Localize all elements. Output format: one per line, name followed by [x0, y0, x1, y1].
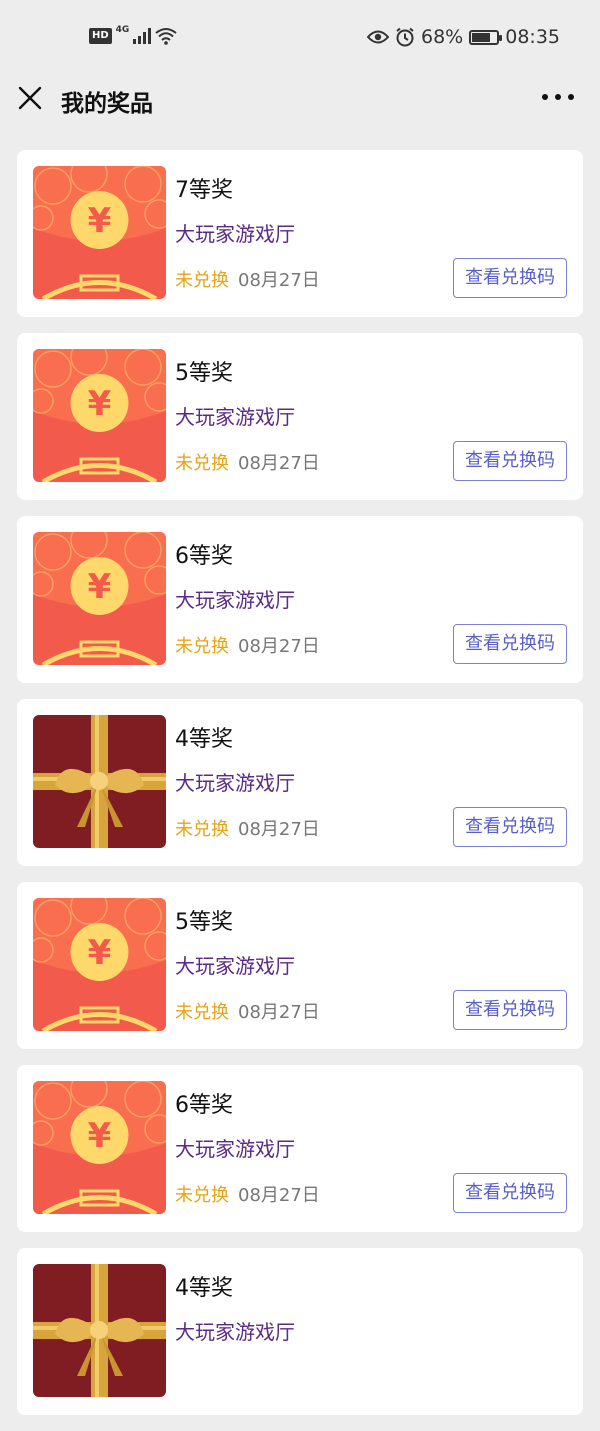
gift-box-icon	[33, 1264, 166, 1397]
hd-badge: HD	[89, 28, 112, 44]
red-envelope-icon: ¥	[33, 532, 166, 665]
more-icon-dot	[542, 94, 548, 100]
prize-status: 未兑换	[175, 1002, 229, 1023]
prize-name: 5等奖	[175, 361, 233, 386]
svg-text:¥: ¥	[88, 1116, 112, 1156]
prize-date: 08月27日	[238, 453, 320, 474]
svg-text:¥: ¥	[88, 384, 112, 424]
view-code-button[interactable]: 查看兑换码	[453, 990, 567, 1030]
svg-text:¥: ¥	[88, 201, 112, 241]
red-envelope-icon: ¥	[33, 898, 166, 1031]
gift-box-icon	[33, 715, 166, 848]
view-code-button[interactable]: 查看兑换码	[453, 807, 567, 847]
prize-card[interactable]: ¥ 7等奖大玩家游戏厅 未兑换 08月27日 查看兑换码	[17, 150, 583, 317]
svg-text:¥: ¥	[88, 933, 112, 973]
prize-date: 08月27日	[238, 1002, 320, 1023]
prize-card[interactable]: ¥ 6等奖大玩家游戏厅 未兑换 08月27日 查看兑换码	[17, 516, 583, 683]
prize-status: 未兑换	[175, 1185, 229, 1206]
prize-date: 08月27日	[238, 270, 320, 291]
prize-name: 6等奖	[175, 544, 233, 569]
view-code-button[interactable]: 查看兑换码	[453, 1173, 567, 1213]
prize-source: 大玩家游戏厅	[175, 1137, 295, 1161]
prize-card[interactable]: ¥ 5等奖大玩家游戏厅 未兑换 08月27日 查看兑换码	[17, 333, 583, 500]
view-code-button[interactable]: 查看兑换码	[453, 624, 567, 664]
page-title: 我的奖品	[61, 91, 153, 117]
prize-name: 7等奖	[175, 178, 233, 203]
title-bar: 我的奖品	[0, 76, 600, 122]
prize-card[interactable]: 4等奖大玩家游戏厅	[17, 1248, 583, 1415]
battery-percent: 68%	[421, 26, 464, 48]
prize-source: 大玩家游戏厅	[175, 771, 295, 795]
prize-card[interactable]: ¥ 5等奖大玩家游戏厅 未兑换 08月27日 查看兑换码	[17, 882, 583, 1049]
prize-status: 未兑换	[175, 270, 229, 291]
status-bar: HD 4G 68% 08:35	[0, 0, 600, 76]
prize-date: 08月27日	[238, 1185, 320, 1206]
prize-name: 5等奖	[175, 910, 233, 935]
status-right: 68% 08:35	[367, 26, 560, 48]
prize-date: 08月27日	[238, 819, 320, 840]
prize-card[interactable]: 4等奖大玩家游戏厅 未兑换 08月27日 查看兑换码	[17, 699, 583, 866]
prize-list: ¥ 7等奖 大玩家游戏厅 未兑换 08月27日 查看兑换码 ¥ 5等奖 大玩家游戏厅 未兑换…	[17, 150, 583, 1431]
prize-source: 大玩家游戏厅	[175, 588, 295, 612]
battery-icon	[469, 29, 503, 45]
prize-source: 大玩家游戏厅	[175, 222, 295, 246]
prize-source: 大玩家游戏厅	[175, 954, 295, 978]
view-code-button[interactable]: 查看兑换码	[453, 258, 567, 298]
red-envelope-icon: ¥	[33, 1081, 166, 1214]
prize-card[interactable]: ¥ 6等奖大玩家游戏厅 未兑换 08月27日 查看兑换码	[17, 1065, 583, 1232]
alarm-icon	[396, 27, 414, 47]
close-icon	[18, 86, 42, 110]
signal-icon	[133, 28, 152, 44]
more-options-button[interactable]	[542, 94, 574, 102]
network-type: 4G	[115, 25, 130, 35]
more-icon-dot	[568, 94, 574, 100]
prize-status: 未兑换	[175, 636, 229, 657]
status-left: HD 4G	[89, 25, 177, 45]
svg-text:¥: ¥	[88, 567, 112, 607]
clock: 08:35	[505, 26, 560, 48]
view-code-button[interactable]: 查看兑换码	[453, 441, 567, 481]
more-icon-dot	[555, 94, 561, 100]
red-envelope-icon: ¥	[33, 349, 166, 482]
prize-source: 大玩家游戏厅	[175, 1320, 295, 1344]
prize-name: 4等奖	[175, 727, 233, 752]
close-button[interactable]	[16, 84, 44, 112]
prize-status: 未兑换	[175, 453, 229, 474]
eye-icon	[367, 30, 389, 44]
prize-status: 未兑换	[175, 819, 229, 840]
red-envelope-icon: ¥	[33, 166, 166, 299]
prize-name: 6等奖	[175, 1093, 233, 1118]
prize-name: 4等奖	[175, 1276, 233, 1301]
prize-source: 大玩家游戏厅	[175, 405, 295, 429]
prize-date: 08月27日	[238, 636, 320, 657]
wifi-icon	[155, 28, 177, 45]
